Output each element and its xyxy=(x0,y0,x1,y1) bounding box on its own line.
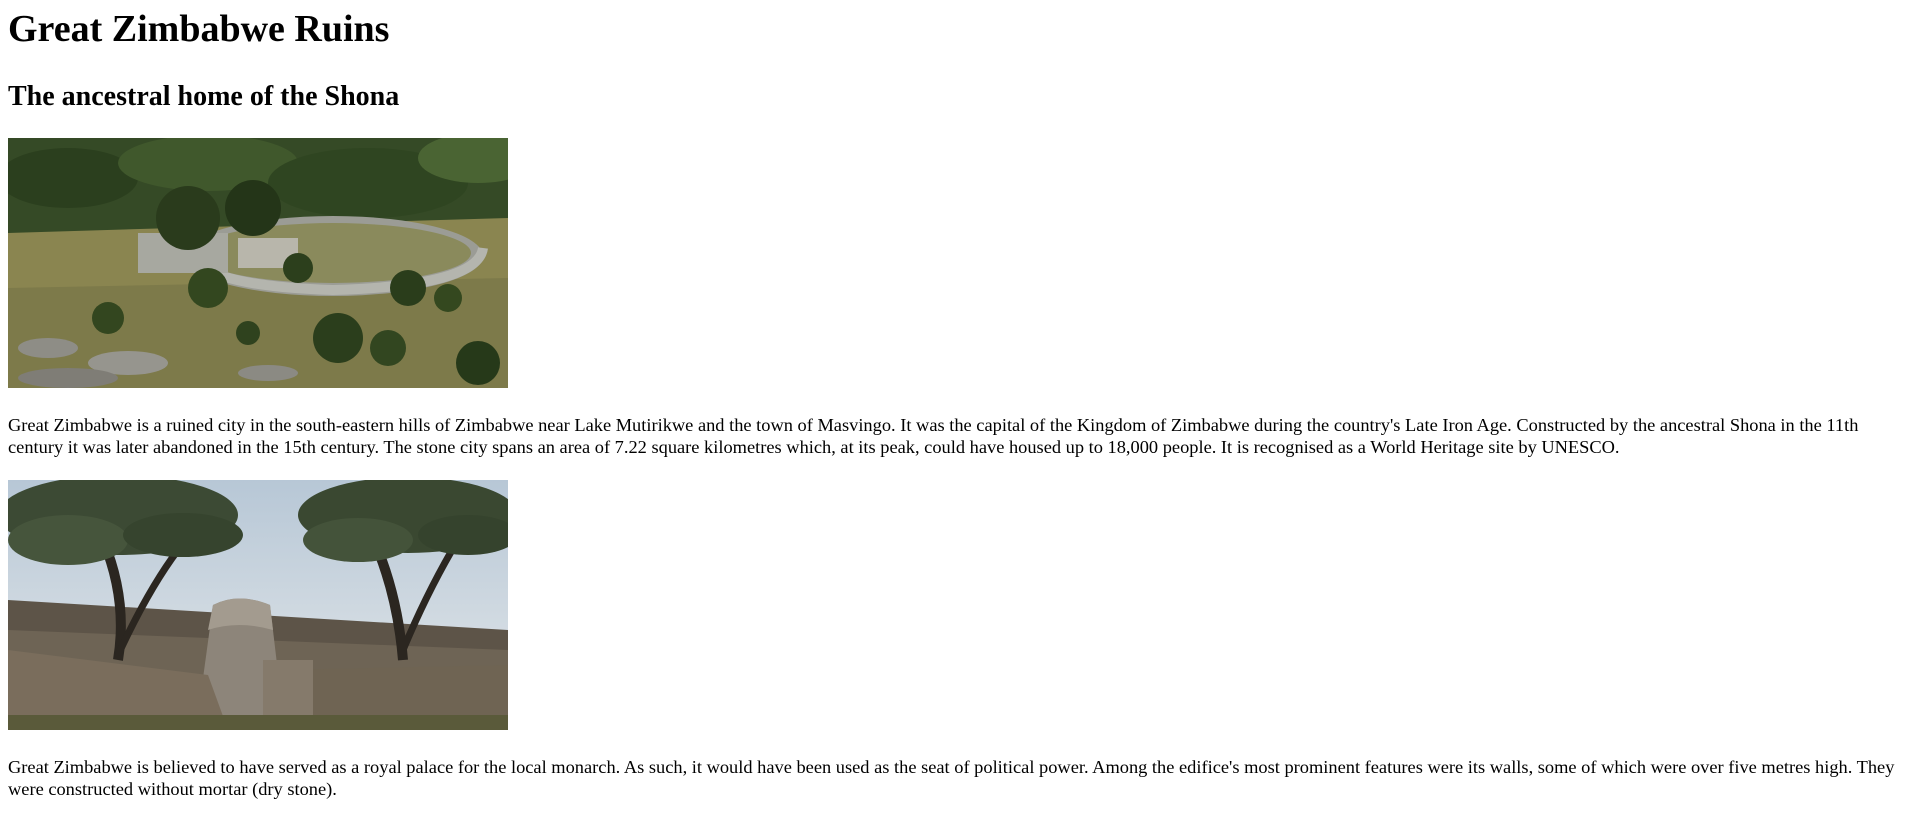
palace-paragraph: Great Zimbabwe is believed to have serve… xyxy=(8,757,1895,799)
intro-paragraph: Great Zimbabwe is a ruined city in the s… xyxy=(8,415,1859,457)
page-subtitle: The ancestral home of the Shona xyxy=(8,81,400,112)
conical-tower-photo xyxy=(8,480,508,730)
page-title: Great Zimbabwe Ruins xyxy=(8,8,390,50)
aerial-ruins-photo xyxy=(8,138,508,388)
